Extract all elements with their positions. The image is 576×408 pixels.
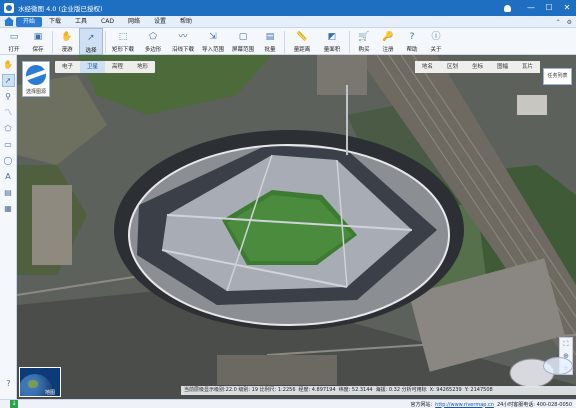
- buy-button[interactable]: 🛒 购买: [352, 28, 376, 55]
- maximize-button[interactable]: ☐: [540, 0, 558, 16]
- help-icon: ?: [409, 32, 415, 42]
- menu-item-settings[interactable]: 设置: [147, 17, 173, 27]
- import-range-icon: ⇲: [209, 32, 217, 42]
- ribbon-toolbar: ▭ 打开 ▣ 保存 ✋ 漫游 ➚ 选择 ⬚ 矩形下载 ⬠ 多边形 〰 沿线下载 …: [0, 28, 576, 55]
- globe-icon: [26, 65, 46, 85]
- help-circle-icon[interactable]: ?: [2, 377, 15, 390]
- rectangle-tool-icon[interactable]: ▭: [2, 138, 15, 151]
- save-button[interactable]: ▣ 保存: [26, 28, 50, 55]
- home-icon[interactable]: [4, 16, 14, 27]
- app-title: 水经微图 4.0 (企业版已授权): [18, 5, 103, 13]
- map-type-terrain[interactable]: 地形: [130, 61, 155, 73]
- import-range-button[interactable]: ⇲ 导入范围: [198, 28, 228, 55]
- pan-tool-icon[interactable]: ✋: [2, 58, 15, 71]
- help-button[interactable]: ? 帮助: [400, 28, 424, 55]
- bottom-status-bar: ↓ 官方网站: http://www.rivermap.cn 24小时客服电话:…: [0, 399, 576, 408]
- layer-sheets[interactable]: 图幅: [490, 61, 515, 73]
- register-icon: 🔑: [382, 32, 394, 42]
- layer-placenames[interactable]: 地名: [415, 61, 440, 73]
- polygon-download-button[interactable]: ⬠ 多边形: [138, 28, 168, 55]
- table-tool-icon[interactable]: ▦: [2, 202, 15, 215]
- menu-item-tools[interactable]: 工具: [68, 17, 94, 27]
- menu-item-help[interactable]: 帮助: [173, 17, 199, 27]
- screen-range-icon: ▢: [238, 32, 248, 42]
- settings-icon[interactable]: ⚙: [567, 19, 572, 26]
- x-readout: X: 94265239: [429, 387, 462, 393]
- open-button[interactable]: ▭ 打开: [2, 28, 26, 55]
- rectangle-download-icon: ⬚: [118, 32, 128, 42]
- select-button[interactable]: ➚ 选择: [79, 28, 103, 55]
- left-toolbar: ✋ ➚ ⚲ 〽 ⬠ ▭ ◯ A ▤ ▦ ?: [0, 55, 17, 399]
- 3d-globe-icon[interactable]: [543, 357, 573, 375]
- menu-item-cad[interactable]: CAD: [94, 17, 121, 27]
- polygon-tool-icon[interactable]: ⬠: [2, 122, 15, 135]
- latitude-readout: 纬度: 52.3144: [338, 387, 373, 393]
- marker-tool-icon[interactable]: ⚲: [2, 90, 15, 103]
- hand-icon: ✋: [61, 32, 73, 42]
- fullscreen-icon[interactable]: ⛶: [564, 340, 569, 348]
- cursor-icon: ➚: [87, 33, 95, 43]
- altitude-readout: 海拔: 0.32 分析可用标: [375, 387, 427, 393]
- map-status-bar: 当前层级显示级别:22.0 级别: 19 比例尺: 1:2256 经度: 4.8…: [181, 386, 576, 395]
- menu-bar: 开始 下载 工具 CAD 网络 设置 帮助 ⌃ ⚙: [0, 16, 576, 28]
- layer-tiles[interactable]: 瓦片: [515, 61, 540, 73]
- measure-area-icon: ◩: [327, 32, 337, 42]
- map-type-vector[interactable]: 电子: [55, 61, 80, 73]
- layer-coordinates[interactable]: 坐标: [465, 61, 490, 73]
- task-list-button[interactable]: 任务列表: [543, 68, 572, 85]
- site-link[interactable]: http://www.rivermap.cn: [435, 402, 494, 408]
- ribbon-divider: [52, 31, 53, 53]
- site-label: 官方网站:: [410, 402, 433, 408]
- map-source-selector[interactable]: 选择图源: [22, 61, 50, 97]
- y-readout: Y: 2147508: [464, 387, 493, 393]
- polyline-tool-icon[interactable]: 〽: [2, 106, 15, 119]
- overview-map[interactable]: 地图: [19, 367, 61, 397]
- layer-toggles: 地名 区划 坐标 图幅 瓦片: [414, 61, 540, 73]
- satellite-map-view[interactable]: 选择图源 电子 卫星 高程 地形 地名 区划 坐标 图幅 瓦片 任务列表 ⛶ ⊕…: [17, 55, 576, 399]
- ribbon-divider: [349, 31, 350, 53]
- map-type-switcher: 电子 卫星 高程 地形: [55, 61, 156, 73]
- circle-tool-icon[interactable]: ◯: [2, 154, 15, 167]
- measure-distance-button[interactable]: 📏 量距离: [287, 28, 317, 55]
- folder-icon: ▭: [9, 32, 19, 42]
- ribbon-divider: [105, 31, 106, 53]
- rectangle-download-button[interactable]: ⬚ 矩形下载: [108, 28, 138, 55]
- hotline-text: 24小时客服电话: 400-028-0050: [496, 402, 572, 408]
- polygon-icon: ⬠: [149, 32, 157, 42]
- minimize-button[interactable]: —: [522, 0, 540, 16]
- line-download-icon: 〰: [178, 32, 188, 42]
- longitude-readout: 经度: 4.897194: [298, 387, 336, 393]
- app-logo-icon: [4, 3, 14, 13]
- measure-distance-icon: 📏: [296, 32, 308, 42]
- pan-button[interactable]: ✋ 漫游: [55, 28, 79, 55]
- zoom-level-readout: 当前层级显示级别:22.0 级别: 19 比例尺: 1:2256: [184, 387, 296, 393]
- about-button[interactable]: ⓘ 关于: [424, 28, 448, 55]
- batch-icon: ▤: [265, 32, 275, 42]
- select-tool-icon[interactable]: ➚: [1, 74, 15, 87]
- menu-item-download[interactable]: 下载: [42, 17, 68, 27]
- download-icon[interactable]: ↓: [10, 400, 18, 408]
- chevron-up-icon[interactable]: ⌃: [556, 19, 561, 26]
- user-icon[interactable]: [500, 1, 514, 15]
- about-icon: ⓘ: [431, 32, 441, 42]
- satellite-imagery: [17, 55, 576, 399]
- batch-button[interactable]: ▤ 批量: [258, 28, 282, 55]
- line-download-button[interactable]: 〰 沿线下载: [168, 28, 198, 55]
- save-icon: ▣: [33, 32, 43, 42]
- register-button[interactable]: 🔑 注册: [376, 28, 400, 55]
- ribbon-divider: [284, 31, 285, 53]
- screen-range-button[interactable]: ▢ 屏幕范围: [228, 28, 258, 55]
- menu-item-start[interactable]: 开始: [16, 16, 43, 27]
- layers-tool-icon[interactable]: ▤: [2, 186, 15, 199]
- layer-districts[interactable]: 区划: [440, 61, 465, 73]
- title-bar: 水经微图 4.0 (企业版已授权) — ☐ ✕: [0, 0, 576, 16]
- map-type-satellite[interactable]: 卫星: [80, 61, 106, 73]
- map-type-elevation[interactable]: 高程: [105, 61, 130, 73]
- close-button[interactable]: ✕: [558, 0, 576, 16]
- cart-icon: 🛒: [358, 32, 370, 42]
- menu-item-network[interactable]: 网络: [121, 17, 147, 27]
- measure-area-button[interactable]: ◩ 量面积: [317, 28, 347, 55]
- text-tool-icon[interactable]: A: [2, 170, 15, 183]
